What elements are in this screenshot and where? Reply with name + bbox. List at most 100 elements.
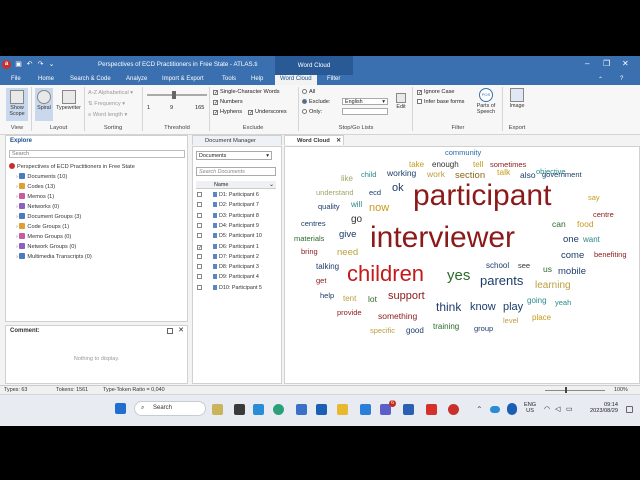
edit-list-button[interactable]: Edit [392, 93, 410, 110]
document-row[interactable]: ✓ D6: Participant 1 [197, 243, 259, 250]
explore-tree-item[interactable]: › Memo Groups (0) [16, 233, 71, 240]
infer-base-forms-checkbox[interactable]: Infer base forms [417, 99, 464, 105]
notification-icon[interactable] [626, 406, 633, 413]
document-checkbox[interactable] [197, 233, 202, 239]
column-name[interactable]: Name [214, 182, 228, 188]
word-cloud-word[interactable]: get [316, 277, 326, 285]
document-row[interactable]: D10: Participant 5 [197, 284, 262, 291]
word-cloud-word[interactable]: yeah [555, 299, 571, 307]
word-cloud-word[interactable]: say [588, 194, 600, 202]
export-image-button[interactable]: Image [507, 88, 527, 109]
help-question-icon[interactable]: ? [620, 76, 623, 82]
volume-icon[interactable]: ◁ [555, 405, 560, 413]
search-documents-input[interactable]: Search Documents [196, 167, 276, 176]
word-cloud-word[interactable]: working [387, 169, 416, 178]
tab-import-export[interactable]: Import & Export [162, 76, 204, 82]
word-cloud-word[interactable]: play [503, 302, 523, 313]
mail-icon[interactable] [296, 404, 307, 415]
word-cloud-word[interactable]: level [503, 317, 518, 325]
sort-word-length[interactable]: ≡ Word length ▾ [88, 112, 127, 118]
tab-analyze[interactable]: Analyze [126, 76, 147, 82]
redo-icon[interactable]: ↷ [36, 60, 45, 69]
project-root[interactable]: Perspectives of ECD Practitioners in Fre… [9, 163, 135, 170]
tab-tools[interactable]: Tools [222, 76, 236, 82]
word-cloud-word[interactable]: us [543, 265, 552, 274]
spiral-layout-button[interactable]: Spiral [35, 88, 53, 121]
exclude-underscores-checkbox[interactable]: ✓ Underscores [248, 109, 287, 116]
explore-tree-item[interactable]: › Codes (13) [16, 183, 55, 190]
explore-tree-item[interactable]: › Code Groups (1) [16, 223, 69, 230]
stoplist-exclude-radio[interactable]: Exclude: [302, 99, 330, 105]
documents-filter-dropdown[interactable]: Documents ▾ [196, 151, 272, 160]
word-cloud-word[interactable]: talking [316, 263, 339, 271]
maximize-icon[interactable]: ❐ [603, 59, 610, 68]
word-cloud-word[interactable]: tell [473, 161, 483, 169]
word-cloud-word[interactable]: materials [294, 235, 324, 243]
minimize-icon[interactable]: – [585, 59, 589, 68]
word-cloud-word[interactable]: go [351, 215, 362, 225]
tab-file[interactable]: File [11, 76, 21, 82]
word-cloud-word[interactable]: understand [316, 189, 354, 197]
stoplist-only-radio[interactable]: Only: [302, 109, 322, 115]
word-cloud-word[interactable]: learning [535, 281, 571, 291]
ignore-case-checkbox[interactable]: ✓ Ignore Case [417, 89, 454, 96]
collapse-ribbon-icon[interactable]: ⌃ [598, 76, 603, 83]
customize-toolbar-icon[interactable]: ⌄ [47, 60, 56, 69]
store-icon[interactable] [360, 404, 371, 415]
document-row[interactable]: D5: Participant 10 [197, 233, 262, 239]
word-cloud-word[interactable]: work [427, 170, 445, 179]
word-cloud-word[interactable]: quality [318, 203, 340, 211]
word-cloud-word[interactable]: children [347, 263, 424, 285]
word-cloud-word[interactable]: enough [432, 161, 459, 169]
exclude-hyphens-checkbox[interactable]: ✓ Hyphens [213, 109, 242, 116]
golist-dropdown[interactable] [342, 108, 388, 115]
word-cloud-word[interactable]: place [532, 314, 551, 322]
show-hidden-icons-icon[interactable]: ⌃ [476, 405, 483, 414]
word-cloud-word[interactable]: interviewer [370, 223, 515, 253]
atlasti-taskbar-icon[interactable] [448, 404, 459, 415]
word-cloud-word[interactable]: see [518, 262, 530, 270]
file-explorer-icon[interactable] [337, 404, 348, 415]
word-cloud-word[interactable]: mobile [558, 267, 586, 277]
start-windows-icon[interactable] [115, 403, 126, 414]
word-cloud-word[interactable]: going [527, 297, 547, 305]
document-checkbox[interactable] [197, 284, 202, 290]
taskbar-search-input[interactable]: ⌕ Search [134, 401, 206, 416]
save-icon[interactable]: ▣ [14, 60, 23, 69]
outlook-icon[interactable] [316, 404, 327, 415]
task-view-icon[interactable] [234, 404, 245, 415]
word-cloud-word[interactable]: centres [301, 220, 326, 228]
language-indicator[interactable]: ENG US [524, 402, 536, 414]
word-cloud-word[interactable]: good [406, 327, 424, 335]
explore-tree-item[interactable]: › Networks (0) [16, 203, 59, 210]
document-checkbox[interactable] [197, 264, 202, 270]
word-cloud-word[interactable]: community [445, 149, 481, 157]
stoplist-all-radio[interactable]: All [302, 89, 315, 95]
close-tab-icon[interactable]: ✕ [336, 136, 341, 146]
word-cloud-word[interactable]: specific [370, 327, 395, 335]
word-cloud-word[interactable]: support [388, 291, 425, 302]
explore-search-input[interactable]: Search [9, 150, 185, 158]
document-row[interactable]: D1: Participant 6 [197, 192, 259, 198]
word-cloud-word[interactable]: provide [337, 309, 362, 317]
word-cloud-word[interactable]: think [436, 301, 461, 313]
tab-word-cloud[interactable]: Word Cloud [275, 75, 317, 85]
close-panel-icon[interactable]: ✕ [178, 326, 184, 334]
word-cloud-word[interactable]: school [486, 262, 509, 270]
word-cloud-word[interactable]: parents [480, 274, 523, 287]
explore-tree-item[interactable]: › Document Groups (3) [16, 213, 81, 220]
document-row[interactable]: D4: Participant 9 [197, 222, 259, 229]
word-cloud-word[interactable]: give [339, 230, 356, 240]
onedrive-icon[interactable] [490, 406, 500, 413]
document-checkbox[interactable] [197, 253, 202, 259]
word-cloud-word[interactable]: tent [343, 295, 356, 303]
document-row[interactable]: D8: Participant 3 [197, 264, 259, 270]
show-scope-button[interactable]: Show Scope [6, 88, 28, 121]
explore-tree-item[interactable]: › Network Groups (0) [16, 243, 76, 250]
exclude-numbers-checkbox[interactable]: ✓ Numbers [213, 99, 243, 106]
word-cloud-word[interactable]: government [542, 171, 582, 179]
typewriter-layout-button[interactable]: Typewriter [55, 90, 82, 111]
document-checkbox[interactable] [197, 212, 202, 218]
parts-of-speech-button[interactable]: POS Parts of Speech [474, 88, 498, 115]
document-checkbox[interactable] [197, 192, 202, 197]
